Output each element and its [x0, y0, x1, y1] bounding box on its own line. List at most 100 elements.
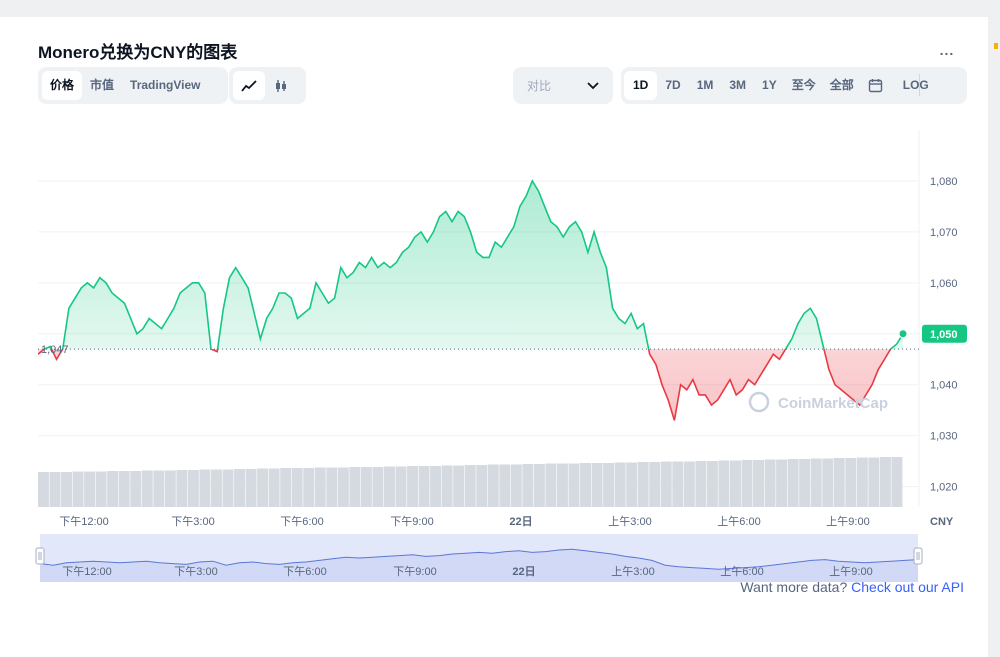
reference-label: 1,047 [41, 344, 69, 356]
navigator-tick-label: 上午3:00 [611, 565, 654, 578]
api-link[interactable]: Check out our API [851, 579, 964, 595]
volume-bar [591, 463, 603, 507]
y-tick-label: 1,020 [930, 482, 958, 494]
volume-bar [84, 471, 96, 507]
current-price-label: 1,050 [930, 329, 958, 341]
volume-bar [787, 459, 799, 507]
api-promo-text: Want more data? [740, 579, 848, 595]
volume-bar [776, 459, 788, 507]
volume-bar [291, 468, 303, 507]
y-tick-label: 1,080 [930, 176, 958, 188]
volume-bar [522, 464, 534, 507]
volume-bar [637, 462, 649, 507]
volume-bar [130, 471, 142, 507]
volume-bar [303, 468, 315, 507]
price-chart[interactable]: 1,047 CoinMarketCap 1,020 1,030 1,040 1,050… [0, 0, 1000, 650]
range-navigator: 下午12:00 下午3:00 下午6:00 下午9:00 22日 上午3:00 上午6:00… [35, 534, 923, 582]
x-tick-label: 上午6:00 [717, 515, 760, 528]
volume-bar [72, 471, 84, 507]
volume-bar [557, 463, 568, 507]
currency-label: CNY [930, 516, 954, 528]
volume-bar [326, 467, 338, 507]
volume-bar [257, 468, 269, 507]
volume-bar [418, 466, 430, 507]
volume-bar [395, 466, 407, 507]
volume-bar [764, 459, 776, 507]
volume-bar [211, 469, 222, 507]
navigator-handle-right[interactable] [913, 547, 923, 565]
volume-bars [38, 457, 903, 507]
volume-bar [107, 471, 119, 507]
y-tick-label: 1,070 [930, 227, 958, 239]
volume-bar [222, 469, 234, 507]
volume-bar [268, 468, 280, 507]
volume-bar [741, 460, 753, 507]
y-tick-label: 1,060 [930, 278, 958, 290]
volume-bar [822, 458, 834, 507]
navigator-tick-label: 上午6:00 [720, 565, 763, 578]
volume-bar [810, 458, 822, 507]
volume-bar [49, 472, 61, 507]
navigator-tick-label: 下午3:00 [174, 565, 217, 578]
volume-bar [337, 467, 349, 507]
volume-bar [153, 470, 165, 507]
volume-bar [349, 467, 361, 507]
volume-bar [614, 462, 626, 507]
volume-bar [672, 461, 684, 507]
volume-bar [441, 465, 453, 507]
volume-bar [510, 464, 522, 507]
y-tick-label: 1,030 [930, 431, 958, 443]
volume-bar [164, 470, 176, 507]
volume-bar [453, 465, 465, 507]
volume-bar [603, 463, 615, 507]
volume-bar [706, 461, 718, 507]
volume-bar [176, 470, 188, 507]
watermark-text: CoinMarketCap [778, 395, 888, 412]
navigator-tick-label: 下午9:00 [393, 565, 436, 578]
volume-bar [833, 458, 845, 507]
volume-bar [730, 460, 741, 507]
x-tick-label: 下午3:00 [171, 515, 214, 528]
volume-bar [533, 464, 545, 507]
volume-bar [626, 462, 638, 507]
volume-bar [245, 469, 257, 507]
volume-bar [845, 458, 857, 507]
navigator-tick-label: 22日 [512, 565, 535, 578]
volume-bar [199, 469, 211, 507]
volume-bar [38, 472, 49, 507]
volume-bar [407, 466, 418, 507]
x-tick-label: 下午6:00 [280, 515, 323, 528]
volume-bar [384, 466, 395, 507]
volume-bar [879, 457, 891, 507]
volume-bar [568, 463, 580, 507]
x-tick-label: 下午12:00 [59, 515, 109, 528]
volume-bar [314, 467, 326, 507]
x-tick-label: 22日 [509, 515, 532, 528]
volume-bar [360, 467, 372, 507]
volume-bar [545, 463, 557, 507]
volume-bar [372, 467, 384, 507]
x-tick-label: 下午9:00 [390, 515, 433, 528]
x-tick-label: 上午3:00 [608, 515, 651, 528]
volume-bar [856, 457, 868, 507]
volume-bar [234, 469, 245, 507]
edge-indicator [994, 43, 998, 49]
volume-bar [61, 472, 72, 507]
volume-bar [683, 461, 695, 507]
volume-bar [718, 460, 730, 507]
volume-bar [141, 470, 153, 507]
api-promo: Want more data? Check out our API [740, 579, 964, 595]
volume-bar [660, 461, 672, 507]
navigator-handle-left[interactable] [35, 547, 45, 565]
volume-bar [891, 457, 903, 507]
navigator-tick-label: 上午9:00 [829, 565, 872, 578]
volume-bar [476, 465, 488, 507]
volume-bar [187, 470, 199, 507]
navigator-tick-label: 下午12:00 [62, 565, 112, 578]
volume-bar [580, 463, 591, 507]
volume-bar [118, 471, 130, 507]
volume-bar [649, 462, 661, 507]
volume-bar [499, 464, 511, 507]
current-price-marker [898, 329, 908, 339]
y-tick-label: 1,040 [930, 380, 958, 392]
